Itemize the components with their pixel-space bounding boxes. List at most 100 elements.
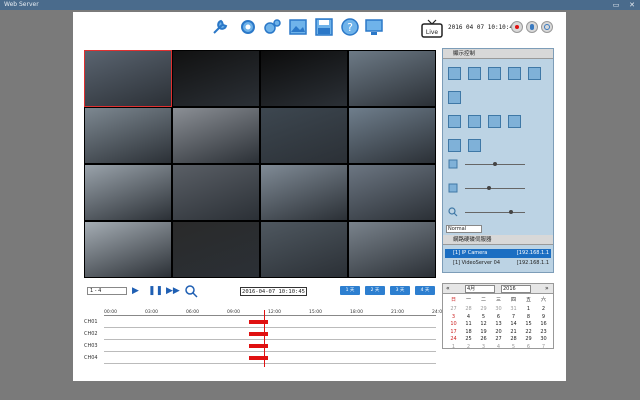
scale-select[interactable]: Normal bbox=[446, 225, 482, 233]
timeline-row[interactable] bbox=[104, 341, 436, 352]
help-icon[interactable]: ? bbox=[340, 17, 360, 37]
weekday-label: 日 bbox=[450, 297, 456, 303]
calendar-day[interactable]: 4 bbox=[491, 343, 506, 351]
timeline-row[interactable] bbox=[104, 329, 436, 340]
timeline-tick-label: 03:00 bbox=[145, 310, 158, 315]
range-2-button[interactable]: 2 天 bbox=[365, 286, 385, 295]
layout-tall-button[interactable] bbox=[468, 139, 481, 152]
contrast-icon bbox=[448, 183, 458, 193]
zoom-icon bbox=[448, 207, 458, 217]
prev-month-button[interactable]: « bbox=[446, 285, 450, 292]
calendar-day[interactable]: 1 bbox=[446, 343, 461, 351]
timeline-row[interactable] bbox=[104, 317, 436, 328]
play-button[interactable]: ▶ bbox=[132, 286, 139, 296]
channel-label: CH01 bbox=[84, 319, 98, 325]
camera-view[interactable] bbox=[349, 51, 435, 106]
timeline-cursor[interactable] bbox=[264, 310, 265, 367]
camera-view[interactable] bbox=[173, 222, 259, 277]
brightness-slider-knob[interactable] bbox=[493, 162, 497, 166]
calendar-day[interactable]: 2 bbox=[461, 343, 476, 351]
zoom-slider[interactable] bbox=[465, 212, 525, 213]
timeline-tick-label: 21:00 bbox=[391, 310, 404, 315]
contrast-slider-knob[interactable] bbox=[487, 186, 491, 190]
layout-5x5-button[interactable] bbox=[528, 67, 541, 80]
layout-3x3-button[interactable] bbox=[488, 67, 501, 80]
image-icon[interactable] bbox=[288, 17, 308, 37]
live-label: Live bbox=[426, 29, 439, 36]
timeline-row[interactable] bbox=[104, 353, 436, 364]
search-icon[interactable] bbox=[184, 284, 198, 298]
range-3-button[interactable]: 3 天 bbox=[390, 286, 410, 295]
current-datetime: 2016 04 07 10:10:45 bbox=[448, 24, 517, 31]
calendar-day[interactable]: 3 bbox=[476, 343, 491, 351]
next-month-button[interactable]: » bbox=[545, 285, 549, 292]
layout-2x2-button[interactable] bbox=[468, 67, 481, 80]
camera-view[interactable] bbox=[84, 50, 172, 107]
playback-datetime[interactable]: 2016-04-07 10:10:45 bbox=[240, 287, 307, 296]
camera-view[interactable] bbox=[85, 222, 171, 277]
device-row[interactable]: [1] IP Camera [192.168.1.1 bbox=[445, 249, 551, 258]
settings-icon[interactable] bbox=[238, 17, 258, 37]
camera-view[interactable] bbox=[85, 108, 171, 163]
camera-settings-icon[interactable] bbox=[262, 17, 282, 37]
device-row[interactable]: [1] VideoServer 04 [192.168.1.1 bbox=[445, 259, 551, 268]
device-list-header: 網路硬碟伺服器 bbox=[443, 235, 553, 245]
weekday-label: 一 bbox=[465, 297, 471, 303]
user-button[interactable] bbox=[526, 21, 538, 33]
record-button[interactable] bbox=[511, 21, 523, 33]
range-4-button[interactable]: 4 天 bbox=[415, 286, 435, 295]
calendar-day[interactable]: 5 bbox=[506, 343, 521, 351]
speed-select[interactable]: 1 - 4 bbox=[87, 287, 127, 295]
layout-1x1-button[interactable] bbox=[448, 67, 461, 80]
wrench-icon[interactable] bbox=[210, 17, 230, 37]
pause-button[interactable]: ❚❚ bbox=[148, 286, 163, 296]
timeline-tick-label: 12:00 bbox=[268, 310, 281, 315]
camera-view[interactable] bbox=[173, 108, 259, 163]
fullscreen-button[interactable] bbox=[508, 115, 521, 128]
layout-2plus8-button[interactable] bbox=[488, 115, 501, 128]
camera-view[interactable] bbox=[173, 165, 259, 220]
timeline-tick-label: 18:00 bbox=[350, 310, 363, 315]
device-ip: [192.168.1.1 bbox=[516, 260, 549, 266]
layout-6x6-button[interactable] bbox=[448, 91, 461, 104]
monitor-icon[interactable] bbox=[364, 17, 384, 37]
contrast-slider[interactable] bbox=[465, 188, 525, 189]
camera-view[interactable] bbox=[349, 165, 435, 220]
layout-4x4-button[interactable] bbox=[508, 67, 521, 80]
device-ip: [192.168.1.1 bbox=[516, 250, 549, 256]
power-button[interactable] bbox=[541, 21, 553, 33]
minimize-button[interactable]: ▭ bbox=[610, 0, 622, 10]
layout-1plus5-button[interactable] bbox=[448, 115, 461, 128]
range-1-button[interactable]: 1 天 bbox=[340, 286, 360, 295]
calendar-day[interactable]: 7 bbox=[536, 343, 551, 351]
channel-label: CH04 bbox=[84, 355, 98, 361]
camera-view[interactable] bbox=[261, 51, 347, 106]
device-name: [1] IP Camera bbox=[453, 250, 488, 256]
live-tv-icon[interactable]: Live bbox=[421, 18, 443, 38]
fast-forward-button[interactable]: ▶▶ bbox=[166, 286, 180, 296]
save-icon[interactable] bbox=[314, 17, 334, 37]
layout-1plus7-button[interactable] bbox=[468, 115, 481, 128]
camera-view[interactable] bbox=[349, 222, 435, 277]
camera-view[interactable] bbox=[349, 108, 435, 163]
weekday-label: 四 bbox=[510, 297, 516, 303]
camera-view[interactable] bbox=[173, 51, 259, 106]
timeline[interactable]: CH01 CH02 CH03 CH04 00:00 03:00 06:00 09:00… bbox=[84, 310, 445, 367]
month-select[interactable]: 4月 bbox=[465, 285, 495, 293]
camera-view[interactable] bbox=[261, 108, 347, 163]
year-select[interactable]: 2016 bbox=[501, 285, 531, 293]
layout-wide-button[interactable] bbox=[448, 139, 461, 152]
zoom-slider-knob[interactable] bbox=[509, 210, 513, 214]
channel-label: CH03 bbox=[84, 343, 98, 349]
camera-view[interactable] bbox=[85, 165, 171, 220]
svg-text:?: ? bbox=[347, 21, 353, 34]
display-control-panel: 顯示控制 Normal 網路硬碟伺服器 [1] IP Camera [192.1… bbox=[442, 48, 554, 273]
display-control-header: 顯示控制 bbox=[443, 49, 553, 59]
timeline-tick-label: 09:00 bbox=[227, 310, 240, 315]
camera-view[interactable] bbox=[261, 165, 347, 220]
timeline-tick-label: 15:00 bbox=[309, 310, 322, 315]
camera-grid bbox=[84, 50, 436, 278]
camera-view[interactable] bbox=[261, 222, 347, 277]
close-button[interactable]: ✕ bbox=[626, 0, 638, 10]
calendar-day[interactable]: 6 bbox=[521, 343, 536, 351]
